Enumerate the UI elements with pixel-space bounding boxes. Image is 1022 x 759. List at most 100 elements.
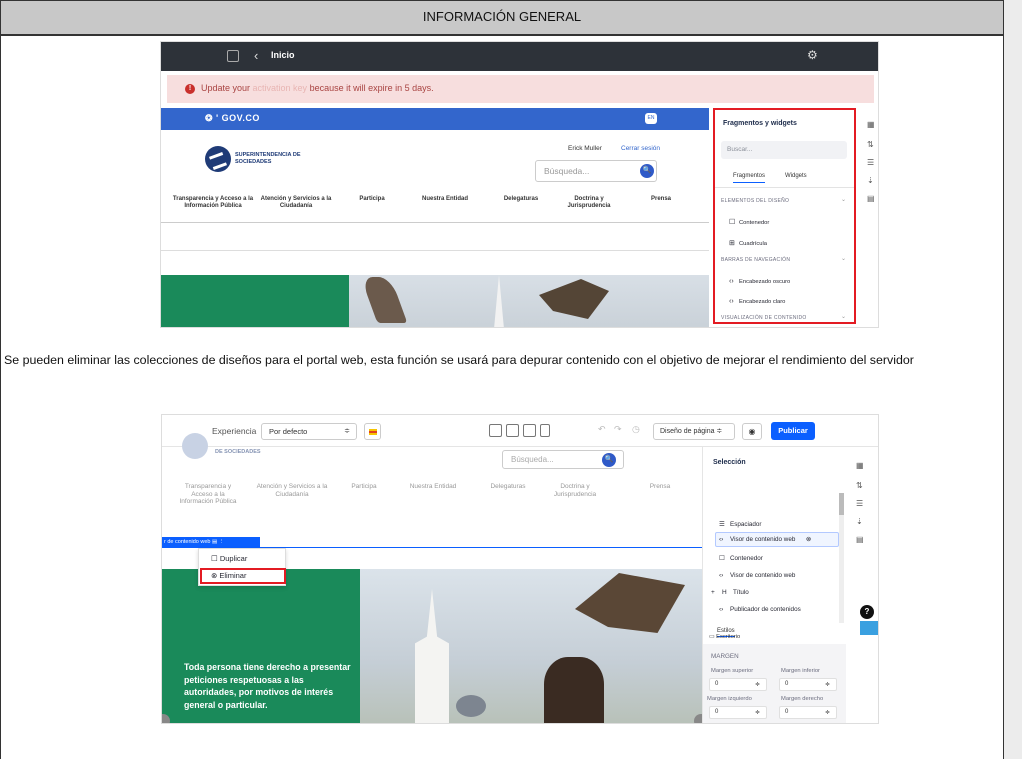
- highlight-box: [200, 568, 286, 584]
- nav-item[interactable]: Atención y Servicios a la Ciudadanía: [257, 196, 335, 210]
- fragment-topper[interactable]: r de contenido web ▤ ⋮: [162, 537, 260, 547]
- undo-icon[interactable]: ↶: [598, 424, 606, 435]
- fragment-dark-header[interactable]: ‹› Encabezado oscuro: [729, 278, 790, 285]
- chevron-down-icon[interactable]: ⌄: [841, 313, 846, 320]
- nav-item[interactable]: Nuestra Entidad: [398, 483, 468, 491]
- stepper-icon: ≑: [824, 710, 830, 716]
- publish-button[interactable]: Publicar: [771, 422, 815, 440]
- screenshot-delete-fragment: Experiencia Por defecto ≑ ↶ ↷ ◷ Diseño de…: [161, 414, 879, 724]
- chevron-down-icon[interactable]: ⌄: [841, 196, 846, 203]
- help-badge-icon[interactable]: ?: [860, 605, 874, 619]
- section-layout-elements[interactable]: ELEMENTOS DEL DISEÑO: [721, 198, 789, 204]
- tree-item[interactable]: ☐ Contenedor: [719, 554, 763, 562]
- chat-widget-icon[interactable]: [860, 621, 878, 635]
- nav-item[interactable]: Nuestra Entidad: [409, 196, 481, 203]
- comments-icon[interactable]: ▤: [856, 535, 864, 544]
- search-input[interactable]: Búsqueda...: [544, 166, 589, 176]
- divider: [161, 250, 709, 251]
- tab-widgets[interactable]: Widgets: [785, 173, 807, 179]
- page-design-select[interactable]: Diseño de página ≑: [653, 423, 735, 440]
- nav-item[interactable]: Prensa: [641, 196, 681, 203]
- site-preview: ❂ ' GOV.CO EN SUPERINTENDENCIA DE SOCIED…: [161, 108, 709, 327]
- menu-item-duplicate[interactable]: ☐ Duplicar: [211, 554, 247, 563]
- search-input[interactable]: Búsqueda...: [511, 455, 554, 464]
- search-icon[interactable]: 🔍: [602, 453, 616, 467]
- margin-heading: MARGEN: [711, 653, 739, 660]
- preview-eye-icon[interactable]: ◉: [742, 423, 762, 440]
- bird-shape: [539, 279, 609, 319]
- redo-icon[interactable]: ↷: [614, 424, 622, 435]
- margin-right-input[interactable]: 0 ≑: [779, 706, 837, 719]
- fragment-container[interactable]: ☐ Contenedor: [729, 218, 769, 226]
- desktop-view-icon[interactable]: [489, 424, 502, 437]
- logout-link[interactable]: Cerrar sesión: [621, 145, 660, 152]
- tree-item[interactable]: ‹› Visor de contenido web: [719, 572, 795, 579]
- paint-icon[interactable]: ⇣: [867, 176, 874, 185]
- tree-item[interactable]: + H Título: [711, 589, 749, 596]
- tree-scrollbar[interactable]: [839, 493, 844, 623]
- code-icon: ‹›: [719, 536, 724, 543]
- supersociedades-logo-icon[interactable]: [205, 146, 231, 172]
- tree-item[interactable]: ‹› Publicador de contenidos: [719, 606, 801, 613]
- paint-icon[interactable]: ⇣: [856, 517, 863, 526]
- nav-item[interactable]: Transparencia y Acceso a la Información …: [171, 196, 255, 210]
- list-icon[interactable]: ☰: [856, 499, 863, 508]
- panel-search-input[interactable]: Buscar...: [721, 141, 847, 159]
- tablet-view-icon[interactable]: [506, 424, 519, 437]
- structure-icon[interactable]: ⇅: [856, 481, 863, 490]
- site-search[interactable]: Búsqueda... 🔍: [502, 450, 624, 469]
- field-label: Margen derecho: [781, 696, 824, 702]
- structure-icon[interactable]: ⇅: [867, 140, 874, 149]
- supersociedades-logo-icon[interactable]: [182, 433, 208, 459]
- comments-icon[interactable]: ▤: [867, 194, 875, 203]
- nav-item[interactable]: Atención y Servicios a la Ciudadanía: [252, 483, 332, 498]
- widgets-icon[interactable]: ▦: [867, 120, 875, 129]
- tree-item[interactable]: ☰ Espaciador: [719, 520, 762, 528]
- fragment-light-header[interactable]: ‹› Encabezado claro: [729, 298, 785, 305]
- admin-topbar: ‹ Inicio ⚙: [161, 42, 878, 71]
- search-icon[interactable]: 🔍: [640, 164, 654, 178]
- experience-select[interactable]: Por defecto ≑: [261, 423, 357, 440]
- margin-top-input[interactable]: 0 ≑: [709, 678, 767, 691]
- language-flag-icon[interactable]: [364, 423, 381, 440]
- tab-fragments[interactable]: Fragmentos: [733, 173, 766, 183]
- square-icon: ☐: [719, 555, 725, 562]
- section-content-display[interactable]: VISUALIZACIÓN DE CONTENIDO: [721, 315, 807, 321]
- banner-green-block: Toda persona tiene derecho a presentar p…: [162, 569, 360, 723]
- remove-icon: ⊗: [805, 536, 812, 543]
- margin-left-input[interactable]: 0 ≑: [709, 706, 767, 719]
- nav-item[interactable]: Delegaturas: [493, 196, 549, 203]
- nav-item[interactable]: Transparencia y Acceso a la Información …: [176, 483, 240, 506]
- fragment-grid[interactable]: ⊞ Cuadrícula: [729, 239, 767, 247]
- nav-item[interactable]: Doctrina y Jurisprudencia: [540, 483, 610, 498]
- nav-item[interactable]: Participa: [342, 483, 386, 491]
- language-button[interactable]: EN: [645, 113, 657, 124]
- nav-item[interactable]: Doctrina y Jurisprudencia: [557, 196, 621, 210]
- sidebar-toggle-icon[interactable]: [227, 50, 239, 62]
- widgets-icon[interactable]: ▦: [856, 461, 864, 470]
- gov-logo[interactable]: ❂ ' GOV.CO: [205, 113, 260, 124]
- main-nav: Transparencia y Acceso a la Información …: [171, 196, 701, 218]
- mobile-view-icon[interactable]: [540, 424, 550, 437]
- bird-shape: [575, 573, 685, 633]
- list-icon[interactable]: ☰: [867, 158, 874, 167]
- tree-item-selected[interactable]: ‹› Visor de contenido web ⊗: [719, 536, 811, 543]
- carousel-next-button[interactable]: [694, 714, 702, 723]
- device-selector[interactable]: ▭ Escritorio: [709, 634, 740, 640]
- site-search[interactable]: Búsqueda... 🔍: [535, 160, 657, 182]
- chevron-down-icon[interactable]: ⌄: [841, 255, 846, 262]
- square-icon: ☐: [729, 219, 736, 226]
- gear-icon[interactable]: ⚙: [807, 48, 818, 62]
- duplicate-icon: ☐: [211, 554, 218, 563]
- nav-item[interactable]: Delegaturas: [480, 483, 536, 491]
- editor-toolbar: Experiencia Por defecto ≑ ↶ ↷ ◷ Diseño de…: [162, 415, 878, 447]
- back-icon[interactable]: ‹: [254, 48, 258, 63]
- history-icon[interactable]: ◷: [632, 424, 640, 435]
- nav-item[interactable]: Participa: [347, 196, 397, 203]
- section-navigation-bars[interactable]: BARRAS DE NAVEGACIÓN: [721, 257, 790, 263]
- landscape-view-icon[interactable]: [523, 424, 536, 437]
- nav-item[interactable]: Prensa: [638, 483, 682, 491]
- margin-bottom-input[interactable]: 0 ≑: [779, 678, 837, 691]
- styles-section: ▭ Escritorio MARGEN Margen superior Marg…: [703, 634, 847, 723]
- activation-key-link[interactable]: activation key: [253, 83, 308, 93]
